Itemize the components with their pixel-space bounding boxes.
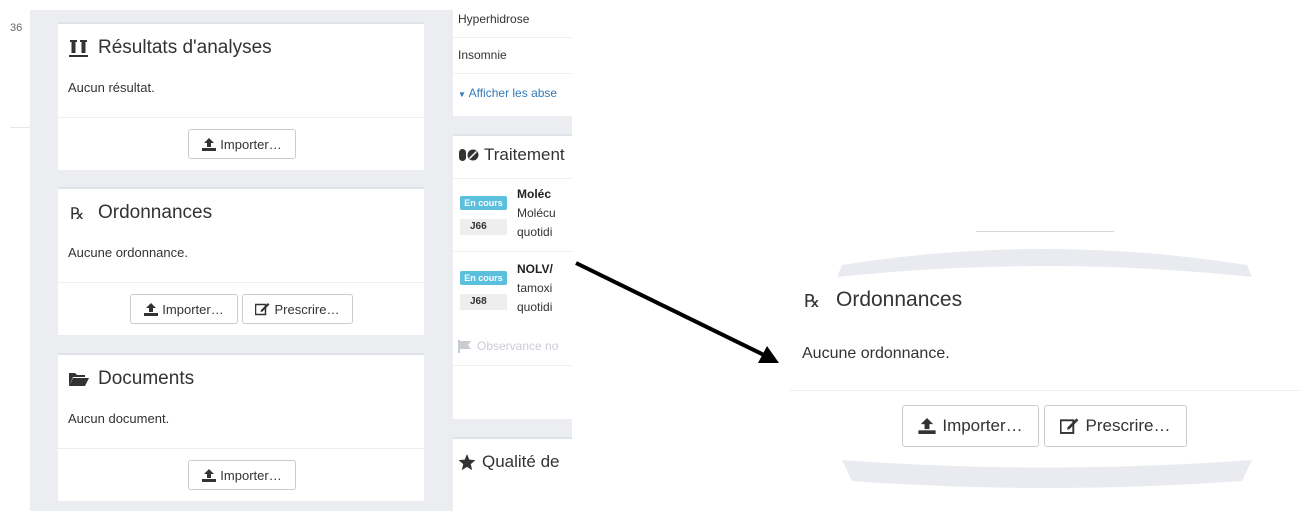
- quality-header: Qualité de: [458, 452, 560, 472]
- documents-card-header: Documents: [68, 365, 194, 393]
- treatment-detail: tamoxi: [517, 281, 553, 295]
- divider: [453, 178, 572, 179]
- section-gap: [453, 419, 572, 437]
- status-badge: En cours: [460, 196, 507, 210]
- divider: [453, 73, 572, 74]
- ordonnances-card-title: Ordonnances: [98, 202, 213, 223]
- svg-text:℞: ℞: [804, 291, 820, 311]
- zoom-prescribe-label: Prescrire…: [1085, 416, 1171, 435]
- prescription-icon: ℞: [804, 291, 820, 311]
- documents-empty-text: Aucun document.: [68, 411, 170, 426]
- treatment-name[interactable]: NOLV/: [517, 262, 553, 276]
- divider: [453, 437, 572, 439]
- edit-icon: [255, 303, 270, 316]
- ordonnances-card-header: ℞ Ordonnances: [68, 199, 212, 227]
- documents-card: Documents Aucun document. Importer…: [58, 353, 424, 501]
- ordonnances-card: ℞ Ordonnances Aucune ordonnance. Importe…: [58, 187, 424, 335]
- show-absent-label: Afficher les abse: [468, 86, 558, 100]
- folder-open-icon: [68, 369, 90, 389]
- documents-import-button[interactable]: Importer…: [188, 460, 296, 490]
- caret-down-icon: ▼: [458, 90, 466, 99]
- day-label: J68: [460, 294, 507, 310]
- ordonnances-card-footer: Importer… Prescrire…: [58, 282, 424, 336]
- pills-icon: [459, 149, 479, 161]
- treatment-dosage: quotidi: [517, 300, 553, 314]
- observance-link[interactable]: Observance no: [458, 339, 558, 353]
- ordonnances-import-label: Importer…: [162, 301, 224, 317]
- zoom-import-button[interactable]: Importer…: [902, 405, 1039, 447]
- zoom-background: [782, 249, 1307, 488]
- documents-card-title: Documents: [98, 368, 195, 389]
- divider: [976, 231, 1114, 232]
- divider: [453, 37, 572, 38]
- quality-title: Qualité de: [482, 452, 560, 471]
- results-card-title: Résultats d'analyses: [98, 37, 272, 58]
- condition-item: Insomnie: [458, 48, 507, 62]
- svg-text:℞: ℞: [70, 204, 84, 223]
- zoom-header: ℞ Ordonnances: [802, 288, 962, 312]
- ordonnances-prescribe-button[interactable]: Prescrire…: [242, 294, 353, 324]
- zoom-import-label: Importer…: [942, 416, 1023, 435]
- condition-item: Hyperhidrose: [458, 12, 530, 26]
- results-import-button[interactable]: Importer…: [188, 129, 296, 159]
- divider: [453, 134, 572, 136]
- zoom-magnifier: ℞ Ordonnances Aucune ordonnance. Importe…: [782, 231, 1307, 490]
- results-empty-text: Aucun résultat.: [68, 80, 155, 95]
- divider: [453, 365, 572, 366]
- results-card: Résultats d'analyses Aucun résultat. Imp…: [58, 22, 424, 170]
- treatment-detail: Molécu: [517, 206, 556, 220]
- show-absent-link[interactable]: ▼ Afficher les abse: [458, 86, 557, 100]
- results-card-footer: Importer…: [58, 117, 424, 171]
- day-label: J66: [460, 219, 507, 235]
- section-gap: [453, 116, 572, 134]
- ordonnances-empty-text: Aucune ordonnance.: [68, 245, 188, 260]
- prescription-icon: ℞: [68, 203, 90, 223]
- status-badge: En cours: [460, 271, 507, 285]
- treatment-name[interactable]: Moléc: [517, 187, 551, 201]
- star-icon: [458, 453, 476, 470]
- divider: [10, 127, 30, 128]
- results-import-label: Importer…: [220, 136, 282, 152]
- zoom-empty-text: Aucune ordonnance.: [802, 345, 950, 362]
- flag-icon: [458, 339, 471, 353]
- left-strip: 36: [0, 0, 30, 236]
- results-card-header: Résultats d'analyses: [68, 34, 272, 62]
- treatments-header: Traitement: [458, 145, 565, 165]
- documents-card-footer: Importer…: [58, 448, 424, 502]
- treatments-title: Traitement: [484, 145, 565, 164]
- test-tubes-icon: [68, 38, 90, 58]
- treatment-dosage: quotidi: [517, 225, 553, 239]
- ordonnances-prescribe-label: Prescrire…: [274, 301, 340, 317]
- zoom-title: Ordonnances: [836, 288, 963, 311]
- ordonnances-import-button[interactable]: Importer…: [130, 294, 238, 324]
- middle-column: Hyperhidrose Insomnie ▼ Afficher les abs…: [453, 0, 572, 511]
- zoom-prescribe-button[interactable]: Prescrire…: [1044, 405, 1187, 447]
- upload-icon: [202, 137, 217, 151]
- documents-import-label: Importer…: [220, 467, 282, 483]
- upload-icon: [918, 418, 936, 434]
- left-strip-number: 36: [10, 22, 23, 34]
- divider: [453, 251, 572, 252]
- zoom-arrow: [575, 261, 779, 363]
- edit-icon: [1060, 418, 1079, 434]
- upload-icon: [144, 302, 159, 316]
- upload-icon: [202, 468, 217, 482]
- divider: [790, 390, 1300, 391]
- observance-label: Observance no: [477, 339, 559, 353]
